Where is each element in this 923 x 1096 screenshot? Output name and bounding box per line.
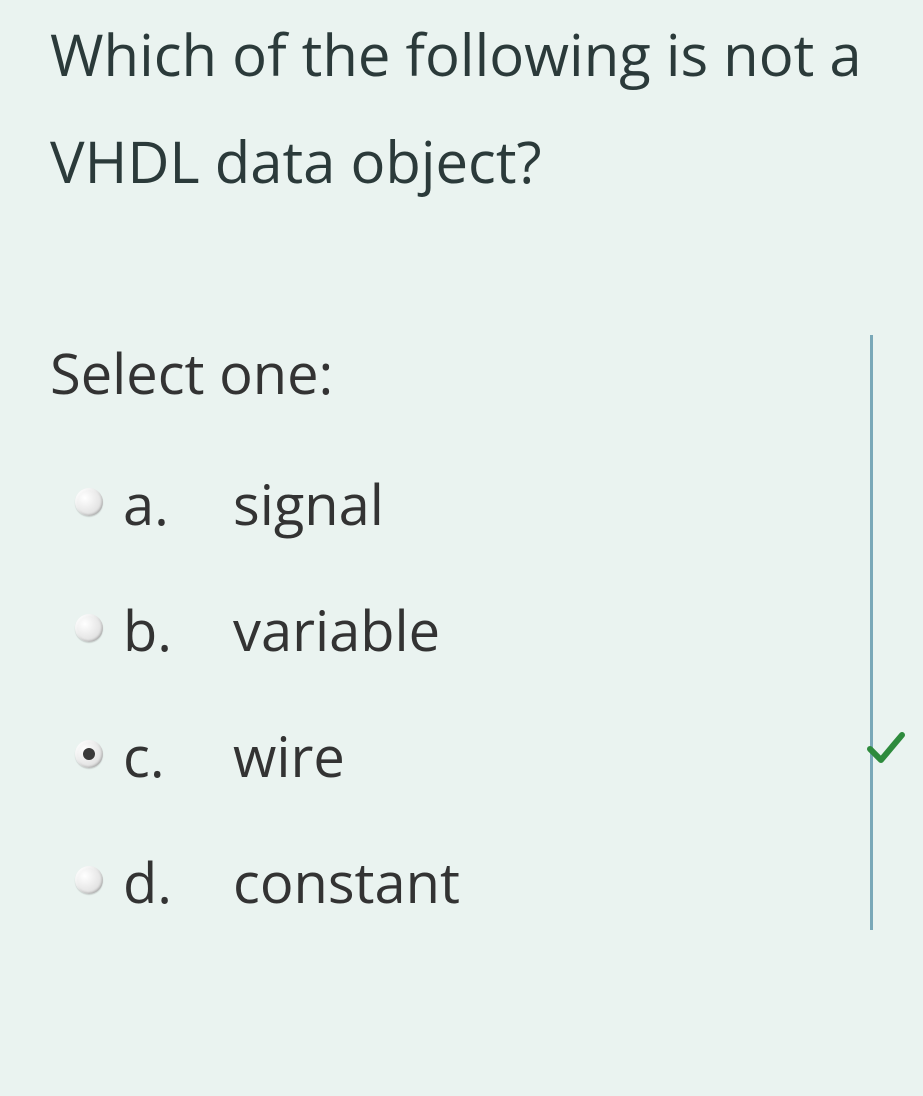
question-container: Which of the following is not a VHDL dat…: [0, 0, 923, 930]
option-b[interactable]: b. variable: [75, 592, 810, 668]
radio-b[interactable]: [75, 614, 103, 642]
radio-a[interactable]: [75, 488, 103, 516]
option-letter: d.: [123, 844, 233, 920]
select-prompt: Select one:: [50, 335, 810, 411]
radio-c[interactable]: [75, 740, 103, 768]
option-letter: b.: [123, 592, 233, 668]
option-letter: a.: [123, 466, 233, 542]
answer-block: Select one: a. signal b. variable c. wir…: [50, 335, 873, 930]
option-a[interactable]: a. signal: [75, 466, 810, 542]
option-letter: c.: [123, 718, 233, 794]
radio-d[interactable]: [75, 866, 103, 894]
correct-check-icon: [862, 723, 910, 776]
option-text: variable: [233, 592, 440, 668]
options-list: a. signal b. variable c. wire d. constan…: [50, 466, 810, 920]
option-text: wire: [233, 718, 345, 794]
question-text: Which of the following is not a VHDL dat…: [50, 0, 873, 215]
option-text: signal: [233, 466, 384, 542]
option-d[interactable]: d. constant: [75, 844, 810, 920]
option-c[interactable]: c. wire: [75, 718, 810, 794]
option-text: constant: [233, 844, 460, 920]
